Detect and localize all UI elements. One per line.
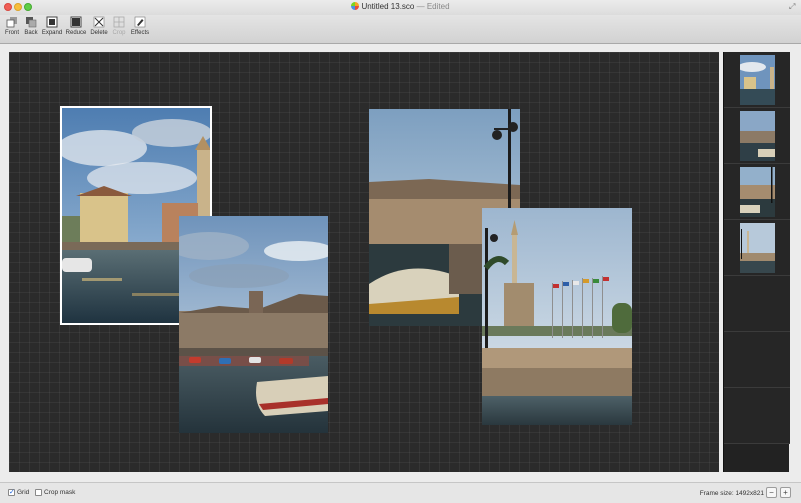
window-title: Untitled 13.sco — Edited	[0, 2, 801, 12]
zoom-in-button[interactable]: +	[780, 487, 791, 498]
crop-mask-checkbox[interactable]: Crop mask	[35, 489, 75, 496]
photo-castle-boats[interactable]	[179, 216, 328, 433]
effects-icon	[134, 16, 146, 28]
title-separator: —	[416, 2, 425, 11]
grid-label: Grid	[17, 489, 30, 496]
frame-size-readout: Frame size: 1492x821	[699, 490, 764, 497]
thumbnail-image	[740, 167, 775, 217]
thumbnail-stone-wall-lamp[interactable]	[740, 167, 775, 217]
empty-thumbnail-cell	[724, 388, 790, 444]
thumbnail-cell[interactable]	[724, 164, 790, 220]
effects-button[interactable]: Effects	[128, 16, 152, 42]
grid-checkbox[interactable]: ✓ Grid	[8, 489, 29, 496]
expand-icon	[46, 16, 58, 28]
thumbnail-sidebar	[723, 52, 790, 472]
grid-checkmark-icon[interactable]: ✓	[8, 489, 15, 496]
expand-label: Expand	[41, 30, 63, 36]
toolbar: Front Back Expand Reduce Delete Crop Eff…	[0, 15, 801, 44]
document-name: Untitled 13.sco	[361, 2, 415, 11]
fullscreen-icon[interactable]: ⤢	[789, 3, 797, 11]
status-bar: ✓ Grid Crop mask Frame size: 1492x821 − …	[0, 482, 801, 503]
expand-button[interactable]: Expand	[40, 16, 64, 42]
thumbnail-cell[interactable]	[724, 108, 790, 164]
empty-thumbnail-cell	[724, 276, 790, 332]
castle-boats-image	[179, 216, 328, 433]
thumbnail-image	[740, 223, 775, 273]
front-icon	[6, 17, 17, 28]
reduce-icon	[70, 16, 82, 28]
thumbnail-harbor-bell-tower[interactable]	[740, 55, 775, 105]
title-bar: Untitled 13.sco — Edited ⤢	[0, 0, 801, 15]
title-status: Edited	[426, 2, 450, 11]
thumbnail-cell[interactable]	[724, 52, 790, 108]
crop-icon	[113, 16, 125, 28]
collage-canvas[interactable]	[9, 52, 719, 472]
empty-thumbnail-cell	[724, 332, 790, 388]
thumbnail-cell[interactable]	[724, 220, 790, 276]
effects-label: Effects	[130, 30, 150, 36]
thumbnail-image	[740, 111, 775, 161]
zoom-out-button[interactable]: −	[766, 487, 777, 498]
reduce-label: Reduce	[65, 30, 87, 36]
crop-mask-box-icon[interactable]	[35, 489, 42, 496]
delete-icon	[93, 16, 105, 28]
back-icon	[26, 17, 37, 28]
crop-mask-label: Crop mask	[44, 489, 76, 496]
app-icon	[351, 2, 360, 10]
thumbnail-monument-flags[interactable]	[740, 223, 775, 273]
monument-flags-image	[482, 208, 632, 425]
photo-monument-flags[interactable]	[482, 208, 632, 425]
thumbnail-castle-boats[interactable]	[740, 111, 775, 161]
app-window: Untitled 13.sco — Edited ⤢ Front Back Ex…	[0, 0, 801, 503]
reduce-button[interactable]: Reduce	[64, 16, 88, 42]
thumbnail-image	[740, 55, 775, 105]
